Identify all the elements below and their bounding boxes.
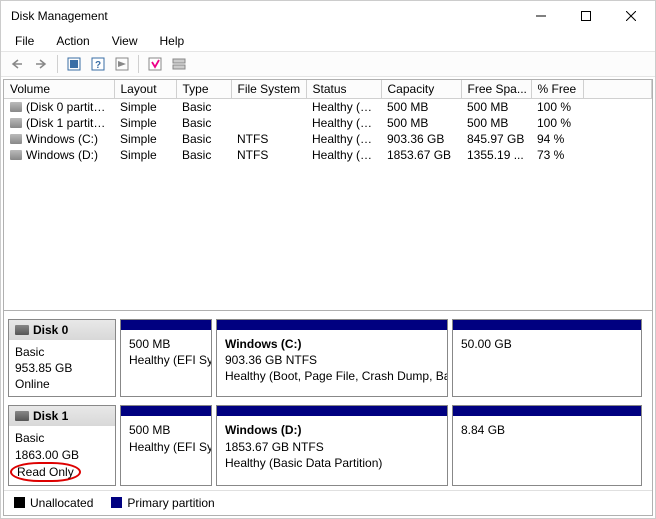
disk-list-button[interactable] — [143, 53, 167, 75]
close-button[interactable] — [608, 2, 653, 30]
disk-size: 1863.00 GB — [15, 447, 109, 463]
disk-status: Read Only — [15, 463, 109, 481]
menu-bar: File Action View Help — [1, 31, 655, 51]
partition-size: 500 MB — [129, 422, 203, 438]
graphical-view-button[interactable] — [167, 53, 191, 75]
toolbar-separator — [57, 55, 58, 73]
content-area: Volume Layout Type File System Status Ca… — [3, 79, 653, 516]
partition-stripe — [121, 406, 211, 416]
partition-size: 1853.67 GB NTFS — [225, 439, 439, 455]
col-free[interactable]: Free Spa... — [461, 80, 531, 99]
volume-list[interactable]: Volume Layout Type File System Status Ca… — [4, 80, 652, 311]
maximize-button[interactable] — [563, 2, 608, 30]
graphical-view: Disk 0Basic953.85 GBOnline500 MBHealthy … — [4, 311, 652, 490]
col-status[interactable]: Status — [306, 80, 381, 99]
title-bar: Disk Management — [1, 1, 655, 31]
disk-size: 953.85 GB — [15, 360, 109, 376]
disk-status: Online — [15, 376, 109, 392]
menu-help[interactable]: Help — [150, 32, 195, 50]
partition-box[interactable]: Windows (D:)1853.67 GB NTFSHealthy (Basi… — [216, 405, 448, 486]
partition-name: Windows (D:) — [225, 422, 439, 438]
col-fs[interactable]: File System — [231, 80, 306, 99]
partition-row: 500 MBHealthy (EFI System PWindows (D:)1… — [120, 405, 644, 486]
back-button[interactable] — [5, 53, 29, 75]
refresh-button[interactable] — [62, 53, 86, 75]
partition-box[interactable]: 50.00 GB — [452, 319, 642, 398]
column-headers[interactable]: Volume Layout Type File System Status Ca… — [4, 80, 652, 99]
partition-row: 500 MBHealthy (EFI SystemWindows (C:)903… — [120, 319, 644, 398]
partition-stripe — [217, 406, 447, 416]
legend-item-primary: Primary partition — [111, 496, 214, 510]
menu-view[interactable]: View — [102, 32, 148, 50]
partition-status: Healthy (EFI System P — [129, 439, 203, 455]
drive-icon — [10, 134, 22, 144]
disk-label: Disk 0 — [33, 323, 68, 337]
menu-file[interactable]: File — [5, 32, 44, 50]
partition-size: 8.84 GB — [461, 422, 633, 438]
disk-label: Disk 1 — [33, 409, 68, 423]
disk-icon — [15, 325, 29, 335]
partition-stripe — [453, 320, 641, 330]
partition-status: Healthy (Basic Data Partition) — [225, 455, 439, 471]
svg-text:?: ? — [95, 60, 101, 71]
partition-box[interactable]: 500 MBHealthy (EFI System P — [120, 405, 212, 486]
partition-stripe — [121, 320, 211, 330]
volume-row[interactable]: (Disk 1 partition 2)SimpleBasicHealthy (… — [4, 115, 652, 131]
partition-box[interactable]: Windows (C:)903.36 GB NTFSHealthy (Boot,… — [216, 319, 448, 398]
partition-name: Windows (C:) — [225, 336, 439, 352]
partition-stripe — [217, 320, 447, 330]
partition-status: Healthy (Boot, Page File, Crash Dump, Ba… — [225, 368, 439, 384]
disk-type: Basic — [15, 430, 109, 446]
volume-row[interactable]: Windows (C:)SimpleBasicNTFSHealthy (B...… — [4, 131, 652, 147]
col-extra[interactable] — [583, 80, 652, 99]
window-title: Disk Management — [11, 9, 518, 23]
disk-row: Disk 1Basic1863.00 GBRead Only500 MBHeal… — [4, 401, 652, 490]
toolbar-separator — [138, 55, 139, 73]
swatch-unallocated — [14, 497, 25, 508]
drive-icon — [10, 150, 22, 160]
disk-type: Basic — [15, 344, 109, 360]
drive-icon — [10, 118, 22, 128]
volume-row[interactable]: Windows (D:)SimpleBasicNTFSHealthy (B...… — [4, 147, 652, 163]
volume-row[interactable]: (Disk 0 partition 2)SimpleBasicHealthy (… — [4, 99, 652, 116]
col-pct[interactable]: % Free — [531, 80, 583, 99]
drive-icon — [10, 102, 22, 112]
toolbar: ? — [1, 51, 655, 77]
partition-stripe — [453, 406, 641, 416]
partition-size: 500 MB — [129, 336, 203, 352]
swatch-primary — [111, 497, 122, 508]
col-layout[interactable]: Layout — [114, 80, 176, 99]
disk-info-box[interactable]: Disk 1 Basic1863.00 GBRead Only — [8, 405, 116, 486]
partition-size: 903.36 GB NTFS — [225, 352, 439, 368]
action-button[interactable] — [110, 53, 134, 75]
col-volume[interactable]: Volume — [4, 80, 114, 99]
minimize-button[interactable] — [518, 2, 563, 30]
partition-box[interactable]: 8.84 GB — [452, 405, 642, 486]
disk-info-box[interactable]: Disk 0 Basic953.85 GBOnline — [8, 319, 116, 398]
partition-status: Healthy (EFI System — [129, 352, 203, 368]
menu-action[interactable]: Action — [46, 32, 99, 50]
disk-row: Disk 0Basic953.85 GBOnline500 MBHealthy … — [4, 315, 652, 402]
properties-button[interactable]: ? — [86, 53, 110, 75]
col-type[interactable]: Type — [176, 80, 231, 99]
col-capacity[interactable]: Capacity — [381, 80, 461, 99]
disk-icon — [15, 411, 29, 421]
legend: Unallocated Primary partition — [4, 490, 652, 515]
partition-size: 50.00 GB — [461, 336, 633, 352]
legend-item-unallocated: Unallocated — [14, 496, 93, 510]
partition-box[interactable]: 500 MBHealthy (EFI System — [120, 319, 212, 398]
forward-button[interactable] — [29, 53, 53, 75]
